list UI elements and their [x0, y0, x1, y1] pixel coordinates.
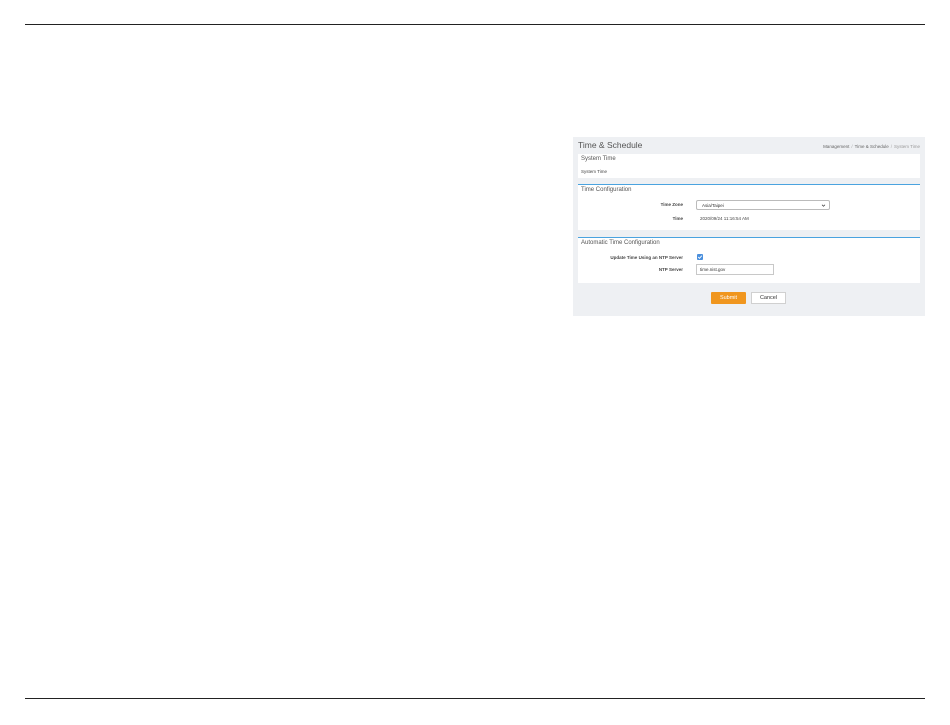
submit-button[interactable]: Submit	[711, 292, 746, 304]
breadcrumb-separator: /	[851, 144, 853, 149]
time-zone-label: Time Zone	[660, 202, 683, 207]
time-configuration-card: Time Configuration Time Zone Asia/Taipei…	[578, 184, 920, 230]
page-header: Time & Schedule Management / Time & Schedu…	[578, 140, 920, 154]
breadcrumb-item-management[interactable]: Management	[823, 144, 849, 149]
time-zone-select[interactable]: Asia/Taipei	[696, 200, 830, 210]
system-time-title: System Time	[581, 156, 616, 162]
time-value: 2020/09/24 11:16:54 AM	[700, 216, 749, 221]
system-time-label: System Time	[581, 169, 608, 174]
chevron-down-icon	[821, 204, 826, 207]
ntp-server-input[interactable]: time.nist.gov	[696, 264, 774, 275]
time-schedule-panel: Time & Schedule Management / Time & Schedu…	[573, 137, 925, 316]
automatic-time-configuration-card: Automatic Time Configuration Update Time…	[578, 237, 920, 283]
breadcrumb-separator: /	[890, 144, 892, 149]
system-time-card: System Time System Time	[578, 154, 920, 178]
bottom-divider	[25, 698, 925, 699]
ntp-update-checkbox[interactable]	[697, 254, 703, 260]
ntp-update-label: Update Time Using an NTP Server	[610, 255, 683, 260]
checkmark-icon	[697, 255, 703, 259]
time-configuration-title: Time Configuration	[581, 187, 632, 193]
automatic-time-configuration-title: Automatic Time Configuration	[581, 240, 660, 246]
page-title: Time & Schedule	[578, 140, 643, 150]
cancel-button[interactable]: Cancel	[751, 292, 786, 304]
breadcrumb-item-current: System Time	[893, 144, 920, 149]
time-zone-value: Asia/Taipei	[702, 203, 724, 208]
ntp-server-value: time.nist.gov	[700, 267, 726, 272]
ntp-server-label: NTP Server	[658, 267, 683, 272]
top-divider	[25, 24, 925, 25]
breadcrumb-item-time-schedule[interactable]: Time & Schedule	[855, 144, 889, 149]
breadcrumb: Management / Time & Schedule / System Time	[823, 144, 920, 149]
time-label: Time	[672, 216, 683, 221]
